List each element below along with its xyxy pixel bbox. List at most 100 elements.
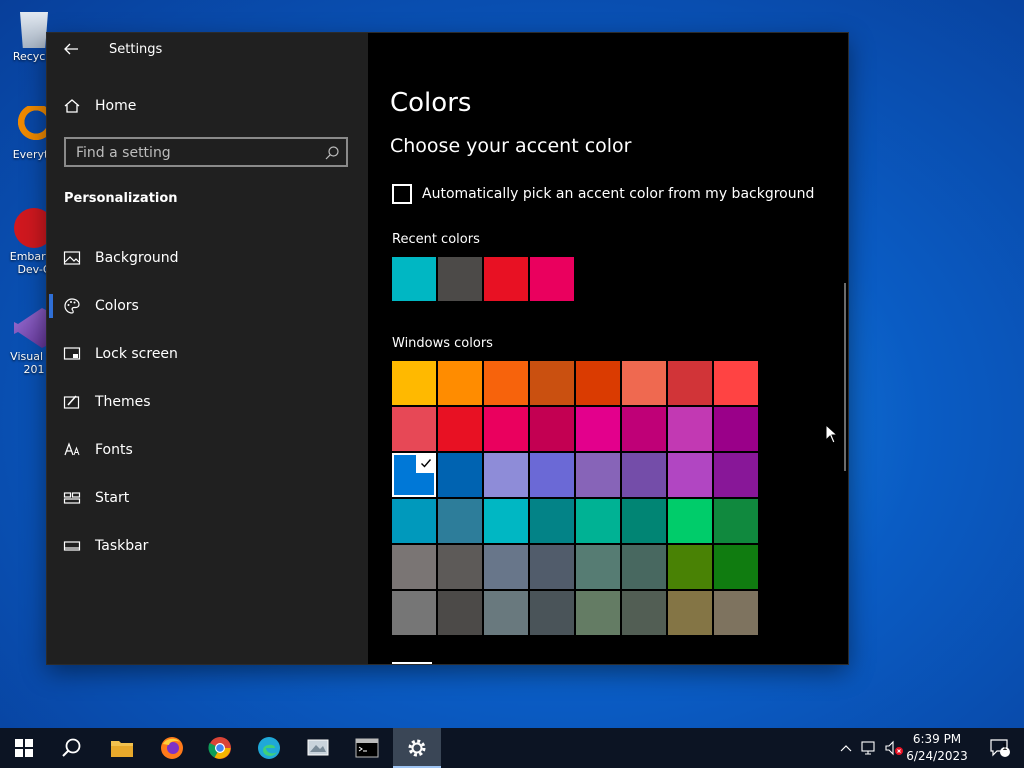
windows-color-swatch[interactable] [530,361,574,405]
windows-color-swatch[interactable] [392,545,436,589]
firefox-button[interactable] [148,728,196,768]
sidebar-item-themes[interactable]: Themes [47,382,368,422]
settings-button[interactable] [393,728,441,768]
windows-color-swatch[interactable] [392,407,436,451]
windows-color-swatch[interactable] [668,361,712,405]
windows-color-swatch[interactable] [714,499,758,543]
network-icon[interactable] [860,740,878,756]
content-pane: Colors Choose your accent color Automati… [368,33,848,664]
recent-color-swatch[interactable] [438,257,482,301]
sidebar-item-label: Start [95,490,130,506]
windows-color-swatch[interactable] [622,407,666,451]
windows-color-swatch[interactable] [576,361,620,405]
windows-color-swatch[interactable] [438,499,482,543]
windows-color-swatch[interactable] [438,591,482,635]
windows-color-swatch[interactable] [392,499,436,543]
chrome-button[interactable] [196,728,244,768]
mouse-cursor-icon [825,424,839,444]
notification-center-button[interactable]: 1 [976,728,1024,768]
recent-color-swatch[interactable] [530,257,574,301]
section-title: Personalization [64,191,178,206]
sidebar-item-fonts[interactable]: Fonts [47,430,368,470]
windows-color-swatch[interactable] [714,453,758,497]
recent-color-swatch[interactable] [392,257,436,301]
window-title: Settings [109,42,163,57]
sidebar-item-label: Fonts [95,442,133,458]
volume-muted-icon[interactable] [884,740,904,756]
notification-count: 1 [1002,743,1008,753]
search-icon [62,738,81,757]
windows-color-swatch[interactable] [622,499,666,543]
windows-color-swatch[interactable] [530,407,574,451]
windows-color-swatch[interactable] [438,407,482,451]
edge-button[interactable] [245,728,293,768]
windows-color-swatch[interactable] [622,453,666,497]
back-arrow-icon[interactable] [61,39,81,59]
sidebar-item-label: Background [95,250,179,266]
recent-colors [392,257,574,301]
chevron-up-icon[interactable] [838,740,854,756]
windows-color-swatch[interactable] [530,499,574,543]
auto-accent-toggle[interactable]: Automatically pick an accent color from … [392,184,814,204]
windows-color-swatch[interactable] [668,591,712,635]
windows-color-swatch[interactable] [484,453,528,497]
windows-color-swatch[interactable] [668,453,712,497]
windows-color-swatch[interactable] [392,591,436,635]
windows-color-swatch[interactable] [668,545,712,589]
search-button[interactable] [48,728,96,768]
windows-color-swatch[interactable] [576,545,620,589]
themes-icon [63,395,80,409]
windows-color-swatch[interactable] [392,453,436,497]
windows-color-swatch[interactable] [714,545,758,589]
home-nav[interactable]: Home [63,93,136,119]
auto-accent-checkbox[interactable] [392,184,412,204]
windows-color-swatch[interactable] [576,591,620,635]
scrollbar-thumb[interactable] [844,283,846,471]
windows-color-swatch[interactable] [714,407,758,451]
windows-color-swatch[interactable] [714,591,758,635]
app-button[interactable] [294,728,342,768]
terminal-icon [355,738,379,758]
clock-time: 6:39 PM [912,732,962,746]
accent-subtitle: Choose your accent color [390,135,632,157]
windows-color-swatch[interactable] [714,361,758,405]
sidebar-item-start[interactable]: Start [47,478,368,518]
sidebar-item-colors[interactable]: Colors [47,286,368,326]
windows-color-swatch[interactable] [668,499,712,543]
sidebar-item-lock-screen[interactable]: Lock screen [47,334,368,374]
recent-color-swatch[interactable] [484,257,528,301]
windows-color-swatch[interactable] [438,361,482,405]
file-explorer-button[interactable] [98,728,146,768]
windows-color-swatch[interactable] [484,591,528,635]
sidebar-item-taskbar[interactable]: Taskbar [47,526,368,566]
windows-color-swatch[interactable] [576,453,620,497]
windows-color-swatch[interactable] [392,361,436,405]
windows-color-swatch[interactable] [530,545,574,589]
search-input[interactable]: Find a setting [64,137,348,167]
fonts-icon [64,442,80,456]
windows-color-swatch[interactable] [438,453,482,497]
sidebar-item-label: Taskbar [95,538,149,554]
windows-color-swatch[interactable] [484,407,528,451]
windows-color-swatch[interactable] [530,453,574,497]
windows-color-swatch[interactable] [576,407,620,451]
search-icon [325,146,339,160]
windows-color-swatch[interactable] [484,361,528,405]
sidebar-item-background[interactable]: Background [47,238,368,278]
windows-colors-grid [392,361,758,635]
start-button[interactable] [0,728,48,768]
windows-color-swatch[interactable] [622,545,666,589]
windows-color-swatch[interactable] [622,361,666,405]
firefox-icon [161,737,183,759]
windows-color-swatch[interactable] [484,545,528,589]
windows-color-swatch[interactable] [668,407,712,451]
windows-logo-icon [15,739,33,757]
windows-color-swatch[interactable] [530,591,574,635]
windows-color-swatch[interactable] [576,499,620,543]
windows-color-swatch[interactable] [622,591,666,635]
clock[interactable]: 6:39 PM 6/24/2023 [904,731,970,765]
windows-color-swatch[interactable] [484,499,528,543]
windows-color-swatch[interactable] [438,545,482,589]
settings-icon [408,739,426,757]
terminal-button[interactable] [343,728,391,768]
